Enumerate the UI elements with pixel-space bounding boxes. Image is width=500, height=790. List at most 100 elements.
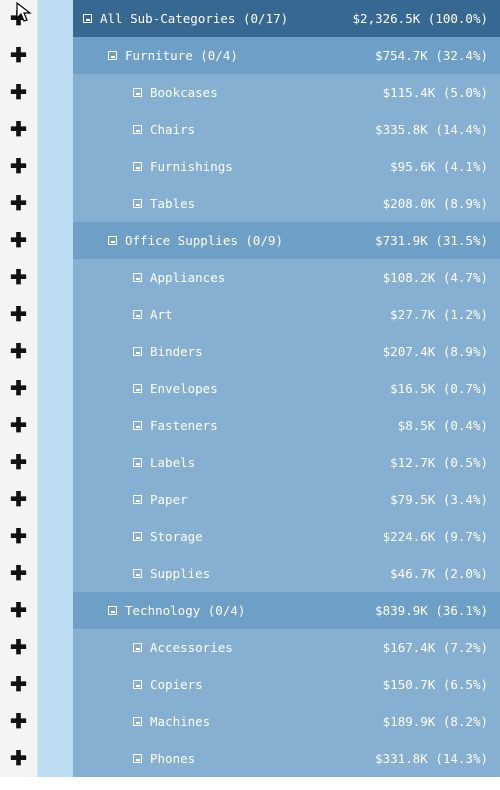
tree-row-content[interactable]: Labels$12.7K (0.5%) [73,444,500,481]
checkbox-icon[interactable] [133,717,142,726]
tree-row[interactable]: ✚ Envelopes$16.5K (0.7%) [0,370,500,407]
checkbox-icon[interactable] [108,236,117,245]
checkbox-icon[interactable] [133,458,142,467]
tree-row[interactable]: ✚ Furnishings$95.6K (4.1%) [0,148,500,185]
tree-row-content[interactable]: Envelopes$16.5K (0.7%) [73,370,500,407]
add-button[interactable]: ✚ [0,629,38,666]
tree-row-content[interactable]: Bookcases$115.4K (5.0%) [73,74,500,111]
tree-row-content[interactable]: Art$27.7K (1.2%) [73,296,500,333]
tree-row-content[interactable]: Furniture (0/4)$754.7K (32.4%) [73,37,500,74]
tree-spine [38,629,73,666]
tree-row-content[interactable]: Appliances$108.2K (4.7%) [73,259,500,296]
plus-icon: ✚ [10,749,27,769]
checkbox-icon[interactable] [133,495,142,504]
tree-row-content[interactable]: All Sub-Categories (0/17)$2,326.5K (100.… [73,0,500,37]
plus-icon: ✚ [10,675,27,695]
tree-row[interactable]: ✚ Copiers$150.7K (6.5%) [0,666,500,703]
tree-row[interactable]: ✚ Technology (0/4)$839.9K (36.1%) [0,592,500,629]
plus-icon: ✚ [10,83,27,103]
checkbox-icon[interactable] [108,606,117,615]
add-button[interactable]: ✚ [0,185,38,222]
checkbox-icon[interactable] [133,199,142,208]
tree-row-content[interactable]: Chairs$335.8K (14.4%) [73,111,500,148]
checkbox-icon[interactable] [133,532,142,541]
add-button[interactable]: ✚ [0,740,38,777]
tree-row-content[interactable]: Technology (0/4)$839.9K (36.1%) [73,592,500,629]
tree-row[interactable]: ✚ Appliances$108.2K (4.7%) [0,259,500,296]
tree-row[interactable]: ✚ All Sub-Categories (0/17)$2,326.5K (10… [0,0,500,37]
tree-row[interactable]: ✚ Storage$224.6K (9.7%) [0,518,500,555]
add-button[interactable]: ✚ [0,111,38,148]
add-button[interactable]: ✚ [0,481,38,518]
tree-row-content[interactable]: Storage$224.6K (9.7%) [73,518,500,555]
plus-icon: ✚ [10,46,27,66]
row-label: Tables [150,196,195,211]
tree-row[interactable]: ✚ Supplies$46.7K (2.0%) [0,555,500,592]
tree-row[interactable]: ✚ Office Supplies (0/9)$731.9K (31.5%) [0,222,500,259]
add-button[interactable]: ✚ [0,259,38,296]
checkbox-icon[interactable] [133,643,142,652]
tree-row[interactable]: ✚ Labels$12.7K (0.5%) [0,444,500,481]
tree-row-content[interactable]: Furnishings$95.6K (4.1%) [73,148,500,185]
row-value: $189.9K (8.2%) [383,714,488,729]
tree-row-content[interactable]: Phones$331.8K (14.3%) [73,740,500,777]
tree-row[interactable]: ✚ Chairs$335.8K (14.4%) [0,111,500,148]
tree-row[interactable]: ✚ Accessories$167.4K (7.2%) [0,629,500,666]
add-button[interactable]: ✚ [0,555,38,592]
tree-row-content[interactable]: Accessories$167.4K (7.2%) [73,629,500,666]
checkbox-icon[interactable] [133,310,142,319]
add-button[interactable]: ✚ [0,370,38,407]
row-label: Bookcases [150,85,218,100]
checkbox-icon[interactable] [133,754,142,763]
checkbox-icon[interactable] [133,384,142,393]
add-button[interactable]: ✚ [0,666,38,703]
tree-row-content[interactable]: Fasteners$8.5K (0.4%) [73,407,500,444]
checkbox-icon[interactable] [133,680,142,689]
checkbox-icon[interactable] [133,421,142,430]
plus-icon: ✚ [10,157,27,177]
add-button[interactable]: ✚ [0,592,38,629]
checkbox-icon[interactable] [133,347,142,356]
checkbox-icon[interactable] [133,569,142,578]
tree-row-content[interactable]: Binders$207.4K (8.9%) [73,333,500,370]
row-value: $754.7K (32.4%) [375,48,488,63]
plus-icon: ✚ [10,564,27,584]
tree-row[interactable]: ✚ Fasteners$8.5K (0.4%) [0,407,500,444]
add-button[interactable]: ✚ [0,444,38,481]
tree-row[interactable]: ✚ Furniture (0/4)$754.7K (32.4%) [0,37,500,74]
add-button[interactable]: ✚ [0,296,38,333]
tree-row[interactable]: ✚ Bookcases$115.4K (5.0%) [0,74,500,111]
add-button[interactable]: ✚ [0,703,38,740]
add-button[interactable]: ✚ [0,333,38,370]
row-label: Technology (0/4) [125,603,245,618]
tree-row-content[interactable]: Paper$79.5K (3.4%) [73,481,500,518]
checkbox-icon[interactable] [108,51,117,60]
row-label: Furnishings [150,159,233,174]
tree-row-content[interactable]: Copiers$150.7K (6.5%) [73,666,500,703]
tree-spine [38,555,73,592]
tree-row-content[interactable]: Machines$189.9K (8.2%) [73,703,500,740]
add-button[interactable]: ✚ [0,518,38,555]
checkbox-icon[interactable] [83,14,92,23]
tree-row[interactable]: ✚ Phones$331.8K (14.3%) [0,740,500,777]
checkbox-icon[interactable] [133,125,142,134]
row-label: Office Supplies (0/9) [125,233,283,248]
checkbox-icon[interactable] [133,273,142,282]
tree-row[interactable]: ✚ Art$27.7K (1.2%) [0,296,500,333]
add-button[interactable]: ✚ [0,74,38,111]
row-value: $2,326.5K (100.0%) [353,11,488,26]
add-button[interactable]: ✚ [0,407,38,444]
tree-row[interactable]: ✚ Tables$208.0K (8.9%) [0,185,500,222]
tree-row[interactable]: ✚ Paper$79.5K (3.4%) [0,481,500,518]
add-button[interactable]: ✚ [0,222,38,259]
tree-row-content[interactable]: Supplies$46.7K (2.0%) [73,555,500,592]
tree-row[interactable]: ✚ Binders$207.4K (8.9%) [0,333,500,370]
checkbox-icon[interactable] [133,88,142,97]
add-button[interactable]: ✚ [0,37,38,74]
tree-row-content[interactable]: Tables$208.0K (8.9%) [73,185,500,222]
add-button[interactable]: ✚ [0,0,38,37]
checkbox-icon[interactable] [133,162,142,171]
tree-row-content[interactable]: Office Supplies (0/9)$731.9K (31.5%) [73,222,500,259]
add-button[interactable]: ✚ [0,148,38,185]
tree-row[interactable]: ✚ Machines$189.9K (8.2%) [0,703,500,740]
